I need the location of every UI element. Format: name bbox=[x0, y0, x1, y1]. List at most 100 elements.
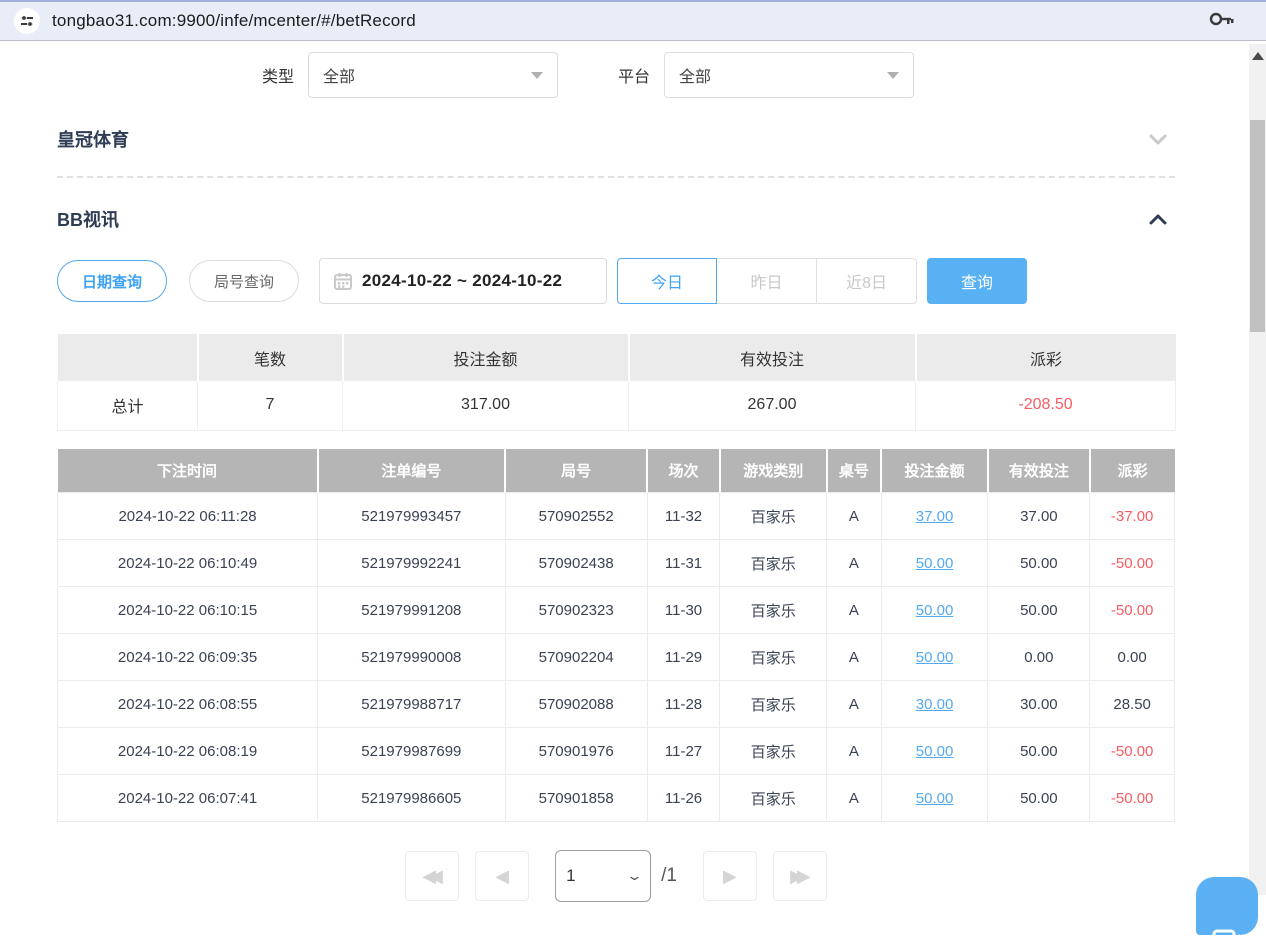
bet-records-table: 下注时间注单编号局号场次游戏类别桌号投注金额有效投注派彩 2024-10-22 … bbox=[57, 449, 1175, 823]
bet-amount-cell: 30.00 bbox=[881, 681, 988, 728]
date-query-tab[interactable]: 日期查询 bbox=[57, 260, 167, 302]
bet-amount-link[interactable]: 30.00 bbox=[916, 696, 954, 713]
table-cell: 11-30 bbox=[647, 587, 720, 634]
next-page-button[interactable]: ▶ bbox=[703, 851, 757, 901]
section-crown-sports[interactable]: 皇冠体育 bbox=[57, 124, 1175, 154]
page-select[interactable]: 1 ⌄ bbox=[555, 850, 651, 902]
right-arrow-icon: ▶ bbox=[723, 866, 737, 887]
table-cell: 11-26 bbox=[647, 775, 720, 822]
section-divider bbox=[57, 176, 1175, 178]
table-row: 2024-10-22 06:10:49521979992241570902438… bbox=[58, 540, 1175, 587]
first-page-button[interactable]: ◀◀ bbox=[405, 851, 459, 901]
bet-amount-link[interactable]: 37.00 bbox=[916, 508, 954, 525]
table-cell: -50.00 bbox=[1090, 775, 1175, 822]
table-cell: 50.00 bbox=[988, 587, 1090, 634]
last-page-button[interactable]: ▶▶ bbox=[773, 851, 827, 901]
table-cell: 2024-10-22 06:11:28 bbox=[58, 493, 318, 540]
bet-amount-link[interactable]: 50.00 bbox=[916, 743, 954, 760]
chevron-down-icon[interactable] bbox=[1147, 128, 1169, 150]
table-cell: 521979988717 bbox=[318, 681, 506, 728]
summary-table: 笔数投注金额有效投注派彩 总计7317.00267.00-208.50 bbox=[57, 334, 1176, 431]
date-range-value: 2024-10-22 ~ 2024-10-22 bbox=[362, 271, 562, 291]
table-cell: A bbox=[827, 775, 881, 822]
table-cell: 570902204 bbox=[505, 634, 647, 681]
table-cell: 2024-10-22 06:09:35 bbox=[58, 634, 318, 681]
table-row: 2024-10-22 06:11:28521979993457570902552… bbox=[58, 493, 1175, 540]
section-title: BB视讯 bbox=[57, 206, 119, 232]
table-cell: 11-32 bbox=[647, 493, 720, 540]
table-cell: 50.00 bbox=[988, 540, 1090, 587]
pencil-icon bbox=[1212, 923, 1242, 949]
table-cell: 11-28 bbox=[647, 681, 720, 728]
last8days-button[interactable]: 近8日 bbox=[817, 258, 917, 304]
table-cell: A bbox=[827, 493, 881, 540]
bet-amount-link[interactable]: 50.00 bbox=[916, 555, 954, 572]
table-cell: 521979991208 bbox=[318, 587, 506, 634]
table-cell: 百家乐 bbox=[720, 587, 827, 634]
chevron-up-icon[interactable] bbox=[1147, 208, 1169, 230]
today-button[interactable]: 今日 bbox=[617, 258, 717, 304]
summary-value-cell: 317.00 bbox=[343, 381, 629, 430]
table-cell: 百家乐 bbox=[720, 493, 827, 540]
table-cell: A bbox=[827, 728, 881, 775]
page-scrollbar[interactable] bbox=[1249, 44, 1266, 895]
chevron-down-icon bbox=[887, 72, 899, 79]
table-cell: 521979993457 bbox=[318, 493, 506, 540]
table-cell: 37.00 bbox=[988, 493, 1090, 540]
table-cell: 0.00 bbox=[988, 634, 1090, 681]
table-row: 2024-10-22 06:08:55521979988717570902088… bbox=[58, 681, 1175, 728]
round-query-tab[interactable]: 局号查询 bbox=[189, 260, 299, 302]
summary-header-cell: 笔数 bbox=[198, 334, 343, 381]
chevron-down-icon bbox=[531, 72, 543, 79]
bet-amount-cell: 50.00 bbox=[881, 775, 988, 822]
table-row: 2024-10-22 06:10:15521979991208570902323… bbox=[58, 587, 1175, 634]
table-cell: -50.00 bbox=[1090, 540, 1175, 587]
chat-fab-button[interactable] bbox=[1196, 877, 1258, 935]
browser-url-bar: tongbao31.com:9900/infe/mcenter/#/betRec… bbox=[0, 0, 1266, 41]
summary-value-cell: -208.50 bbox=[916, 381, 1176, 430]
bet-table-header-cell: 局号 bbox=[505, 449, 647, 493]
bet-table-header-cell: 投注金额 bbox=[881, 449, 988, 493]
bet-amount-cell: 37.00 bbox=[881, 493, 988, 540]
table-cell: 570901976 bbox=[505, 728, 647, 775]
table-row: 2024-10-22 06:07:41521979986605570901858… bbox=[58, 775, 1175, 822]
prev-page-button[interactable]: ◀ bbox=[475, 851, 529, 901]
bet-amount-link[interactable]: 50.00 bbox=[916, 790, 954, 807]
summary-total-label: 总计 bbox=[58, 381, 198, 430]
date-range-input[interactable]: 2024-10-22 ~ 2024-10-22 bbox=[319, 258, 607, 304]
query-controls: 日期查询 局号查询 2024-10-22 ~ 2024-10-22 今日 昨日 … bbox=[57, 258, 1175, 304]
bet-amount-link[interactable]: 50.00 bbox=[916, 649, 954, 666]
platform-select[interactable]: 全部 bbox=[664, 52, 914, 98]
summary-value-cell: 7 bbox=[198, 381, 343, 430]
table-cell: A bbox=[827, 587, 881, 634]
table-cell: 2024-10-22 06:08:55 bbox=[58, 681, 318, 728]
table-row: 2024-10-22 06:09:35521979990008570902204… bbox=[58, 634, 1175, 681]
bet-table-header-cell: 桌号 bbox=[827, 449, 881, 493]
table-cell: 28.50 bbox=[1090, 681, 1175, 728]
table-cell: 2024-10-22 06:08:19 bbox=[58, 728, 318, 775]
table-cell: 百家乐 bbox=[720, 728, 827, 775]
table-cell: 570902438 bbox=[505, 540, 647, 587]
left-arrow-icon: ◀ bbox=[495, 866, 509, 887]
table-cell: 570902088 bbox=[505, 681, 647, 728]
scrollbar-thumb[interactable] bbox=[1250, 120, 1265, 332]
platform-label: 平台 bbox=[618, 63, 650, 87]
table-cell: A bbox=[827, 540, 881, 587]
url-text[interactable]: tongbao31.com:9900/infe/mcenter/#/betRec… bbox=[52, 11, 1208, 31]
filter-row: 类型 全部 平台 全部 bbox=[57, 52, 1175, 98]
table-cell: 0.00 bbox=[1090, 634, 1175, 681]
table-cell: A bbox=[827, 634, 881, 681]
section-bb-video[interactable]: BB视讯 bbox=[57, 204, 1175, 234]
tune-icon[interactable] bbox=[14, 8, 40, 34]
section-title: 皇冠体育 bbox=[57, 126, 129, 152]
yesterday-button[interactable]: 昨日 bbox=[717, 258, 817, 304]
scrollbar-up-arrow-icon[interactable] bbox=[1252, 52, 1264, 60]
page-total: /1 bbox=[661, 865, 677, 887]
type-select[interactable]: 全部 bbox=[308, 52, 558, 98]
table-cell: 521979992241 bbox=[318, 540, 506, 587]
quick-date-group: 今日 昨日 近8日 bbox=[617, 258, 917, 304]
bet-amount-link[interactable]: 50.00 bbox=[916, 602, 954, 619]
summary-header-cell bbox=[58, 334, 198, 381]
key-icon[interactable] bbox=[1208, 10, 1234, 33]
search-button[interactable]: 查询 bbox=[927, 258, 1027, 304]
